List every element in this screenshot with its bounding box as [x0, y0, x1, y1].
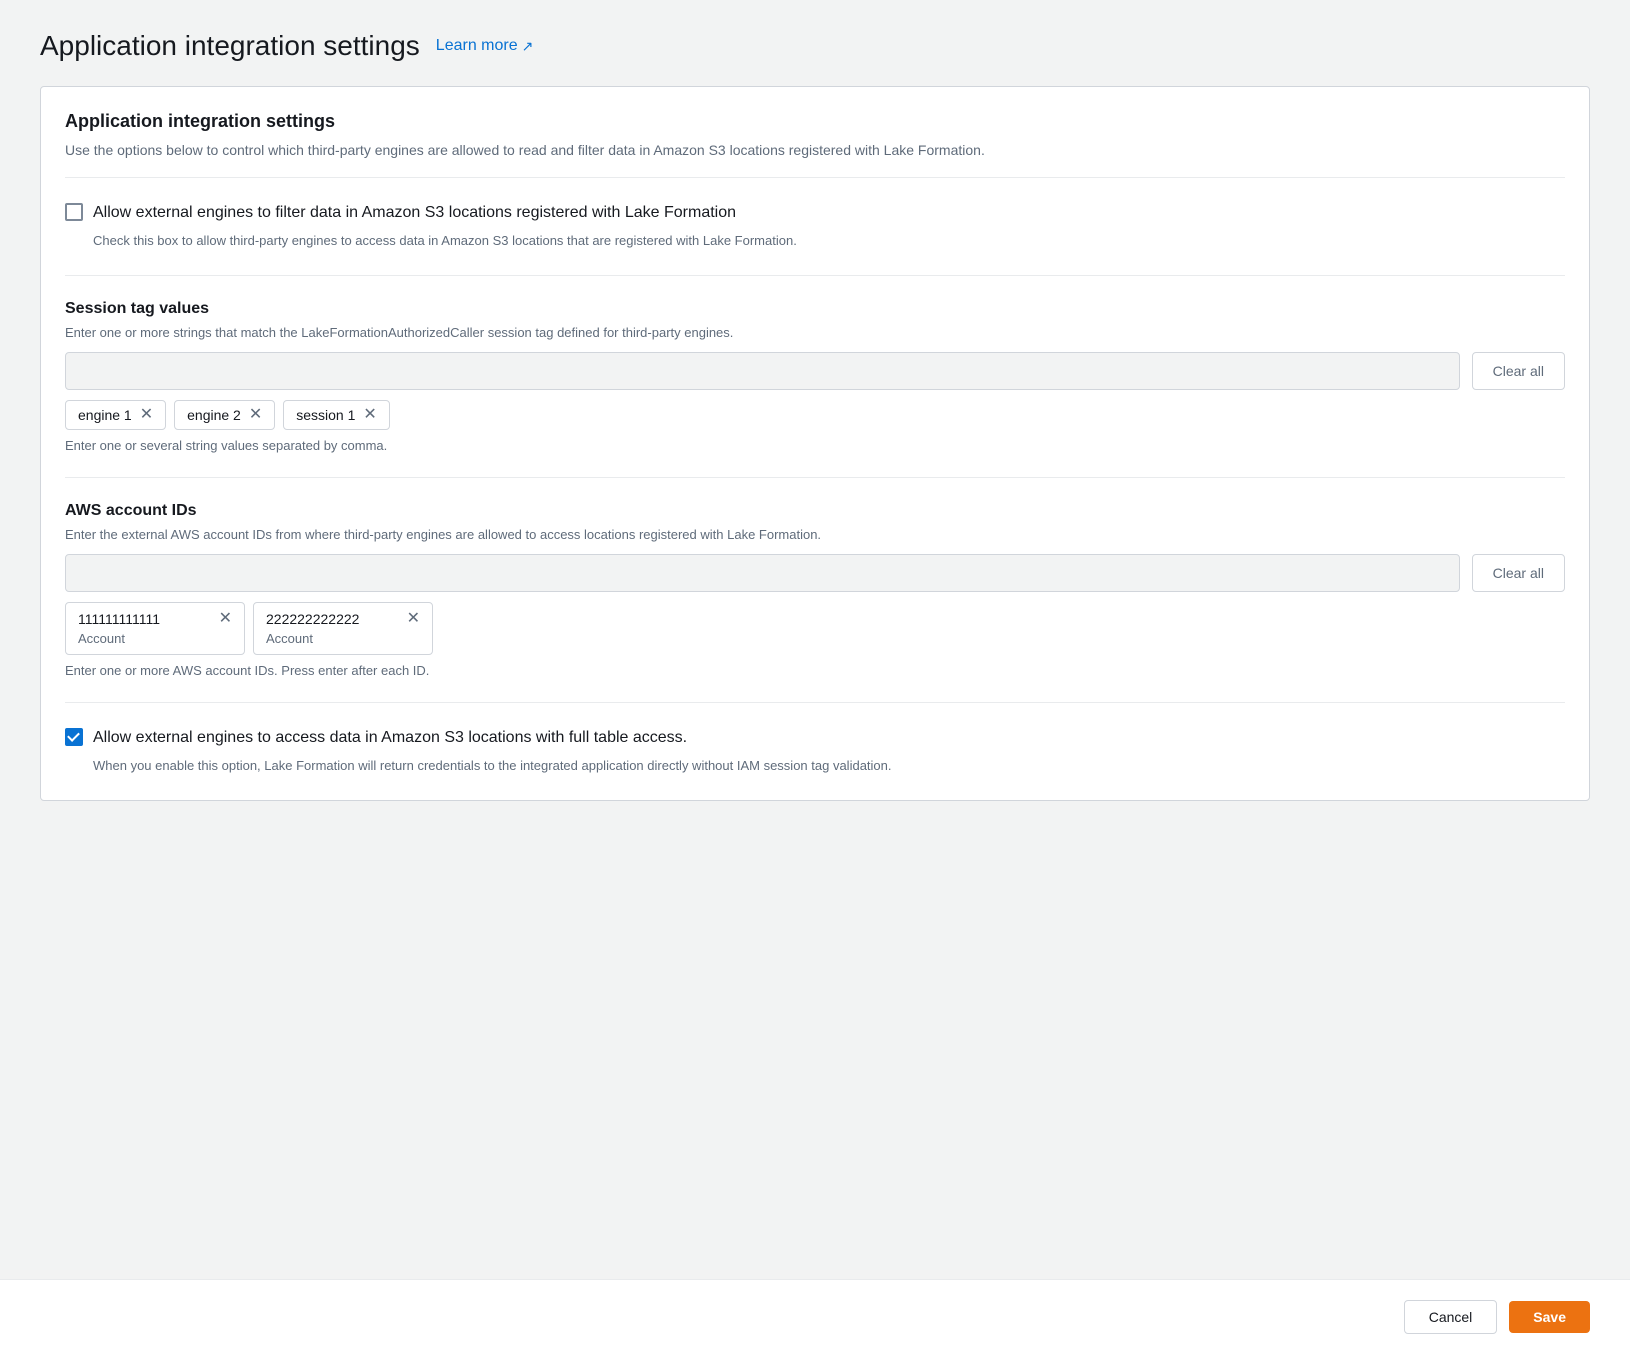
session-tag-title: Session tag values	[65, 300, 1565, 318]
divider-1	[65, 275, 1565, 276]
account-tag-2-id: 222222222222	[266, 611, 359, 627]
bottom-bar: Cancel Save	[0, 1279, 1630, 1354]
tag-engine2-remove[interactable]: ✕	[249, 407, 262, 423]
tag-session1-label: session 1	[296, 407, 355, 423]
account-tag-2-top: 222222222222 ✕	[266, 611, 420, 627]
session-tag-section: Session tag values Enter one or more str…	[65, 300, 1565, 453]
full-table-section: Allow external engines to access data in…	[65, 727, 1565, 776]
page-container: Application integration settings Learn m…	[0, 0, 1630, 941]
tag-session1-remove[interactable]: ✕	[363, 407, 376, 423]
external-engines-section: Allow external engines to filter data in…	[65, 202, 1565, 251]
account-tag-1-remove[interactable]: ✕	[219, 611, 232, 627]
external-engines-label[interactable]: Allow external engines to filter data in…	[93, 202, 736, 224]
page-header: Application integration settings Learn m…	[40, 30, 1590, 62]
session-tag-description: Enter one or more strings that match the…	[65, 324, 1565, 342]
card-description: Use the options below to control which t…	[65, 140, 1565, 161]
external-engines-checkbox-row: Allow external engines to filter data in…	[65, 202, 1565, 224]
account-tag-1-id: 111111111111	[78, 611, 160, 627]
account-tag-1-label: Account	[78, 631, 232, 646]
learn-more-link[interactable]: Learn more ↗	[436, 37, 534, 55]
tag-session1: session 1 ✕	[283, 400, 390, 430]
aws-account-title: AWS account IDs	[65, 502, 1565, 520]
aws-account-description: Enter the external AWS account IDs from …	[65, 526, 1565, 544]
aws-account-input[interactable]	[65, 554, 1460, 592]
tag-engine1: engine 1 ✕	[65, 400, 166, 430]
session-tag-input[interactable]	[65, 352, 1460, 390]
save-button[interactable]: Save	[1509, 1301, 1590, 1333]
account-tag-2-remove[interactable]: ✕	[407, 611, 420, 627]
main-card: Application integration settings Use the…	[40, 86, 1590, 801]
card-header: Application integration settings Use the…	[65, 111, 1565, 178]
full-table-description: When you enable this option, Lake Format…	[93, 757, 1565, 775]
aws-account-clear-all-button[interactable]: Clear all	[1472, 554, 1565, 592]
external-link-icon: ↗	[522, 38, 534, 55]
aws-account-hint: Enter one or more AWS account IDs. Press…	[65, 663, 1565, 678]
tag-engine2-label: engine 2	[187, 407, 241, 423]
aws-account-input-row: Clear all	[65, 554, 1565, 592]
account-tag-1: 111111111111 ✕ Account	[65, 602, 245, 655]
full-table-label[interactable]: Allow external engines to access data in…	[93, 727, 687, 749]
session-tag-input-row: Clear all	[65, 352, 1565, 390]
full-table-checkbox-row: Allow external engines to access data in…	[65, 727, 1565, 749]
external-engines-checkbox[interactable]	[65, 203, 83, 221]
aws-account-section: AWS account IDs Enter the external AWS a…	[65, 502, 1565, 678]
tag-engine1-label: engine 1	[78, 407, 132, 423]
page-title: Application integration settings	[40, 30, 420, 62]
divider-2	[65, 477, 1565, 478]
aws-accounts-container: 111111111111 ✕ Account 222222222222 ✕ Ac…	[65, 602, 1565, 655]
tag-engine2: engine 2 ✕	[174, 400, 275, 430]
full-table-checkbox[interactable]	[65, 728, 83, 746]
cancel-button[interactable]: Cancel	[1404, 1300, 1498, 1334]
account-tag-2: 222222222222 ✕ Account	[253, 602, 433, 655]
tag-engine1-remove[interactable]: ✕	[140, 407, 153, 423]
account-tag-2-label: Account	[266, 631, 420, 646]
divider-3	[65, 702, 1565, 703]
session-tag-clear-all-button[interactable]: Clear all	[1472, 352, 1565, 390]
account-tag-1-top: 111111111111 ✕	[78, 611, 232, 627]
session-tag-hint: Enter one or several string values separ…	[65, 438, 1565, 453]
external-engines-sublabel: Check this box to allow third-party engi…	[93, 232, 1565, 250]
session-tags-container: engine 1 ✕ engine 2 ✕ session 1 ✕	[65, 400, 1565, 430]
card-title: Application integration settings	[65, 111, 1565, 132]
